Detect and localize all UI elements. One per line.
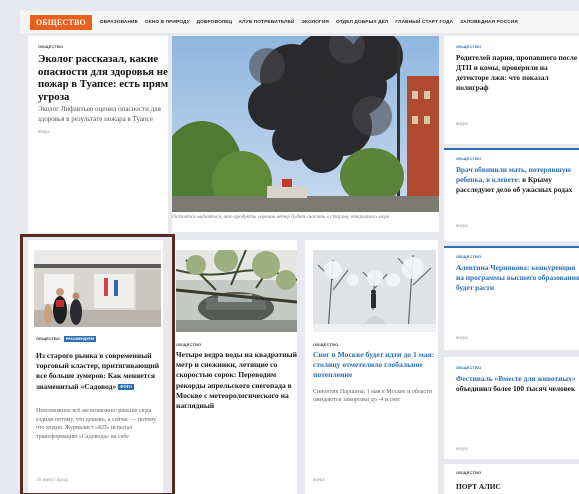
article-date: вчера xyxy=(456,336,468,341)
article-date: вчера xyxy=(456,224,468,229)
article-title[interactable]: ПОРТ АЛИС xyxy=(456,482,579,492)
article-title[interactable]: Фестиваль «Вместе для животных» объедини… xyxy=(456,374,579,394)
article-title-text[interactable]: Из старого рынка в современный торговый … xyxy=(36,351,159,391)
accent-bar xyxy=(444,148,579,150)
article-card-polygraph[interactable]: ОБЩЕСТВО Родителей парня, пропавшего пос… xyxy=(444,36,579,144)
article-title[interactable]: Родителей парня, пропавшего после ДТП и … xyxy=(456,53,579,93)
snow-car-photo[interactable] xyxy=(176,250,297,332)
nav-links: ОБРАЗОВАНИЕ ОКНО В ПРИРОДУ ДОБРОВОЛЕЦ КЛ… xyxy=(100,20,518,25)
article-date: 18 минут назад xyxy=(36,478,69,483)
nav-link-reserve[interactable]: ЗАПОВЕДНАЯ РОССИЯ xyxy=(460,20,518,25)
nav-link-nature[interactable]: ОКНО В ПРИРОДУ xyxy=(145,20,190,25)
news-page: ОБЩЕСТВО ОБРАЗОВАНИЕ ОКНО В ПРИРОДУ ДОБР… xyxy=(0,0,579,494)
article-kicker[interactable]: ОБЩЕСТВО xyxy=(38,44,63,49)
snowy-park-photo[interactable] xyxy=(313,250,436,332)
article-kicker[interactable]: ОБЩЕСТВО xyxy=(456,470,481,475)
article-title-highlight[interactable]: Фестиваль «Вместе для животных» xyxy=(456,374,576,383)
hero-article[interactable]: Остается надеяться, что продукты горения… xyxy=(172,36,439,232)
article-date: вчера xyxy=(38,130,50,135)
article-lead: Синоптик Паршина: 1 мая в Москве и облас… xyxy=(313,389,432,404)
article-lead: Невозможное всё же возможно: раньше сюда… xyxy=(36,408,157,440)
article-card-snow-moscow[interactable]: ОБЩЕСТВО Снег в Москве будет идти до 1 м… xyxy=(305,240,438,494)
article-title-highlight[interactable]: Алевтина Черникова: конкуренция на прогр… xyxy=(456,263,579,292)
article-title[interactable]: Алевтина Черникова: конкуренция на прогр… xyxy=(456,263,579,293)
nav-link-education[interactable]: ОБРАЗОВАНИЕ xyxy=(100,20,138,25)
market-photo[interactable] xyxy=(34,250,161,327)
article-date: вчера xyxy=(456,447,468,452)
article-title[interactable]: Эколог рассказал, какие опасности для зд… xyxy=(38,53,168,103)
nav-link-ecology[interactable]: ЭКОЛОГИЯ xyxy=(301,20,328,25)
article-title[interactable]: Врач обвинили мать, потерявшую ребенка, … xyxy=(456,165,579,195)
fire-smoke-photo[interactable] xyxy=(172,36,439,212)
article-title[interactable]: Из старого рынка в современный торговый … xyxy=(36,351,163,392)
article-card-crimea[interactable]: ОБЩЕСТВО Врач обвинили мать, потерявшую … xyxy=(444,148,579,241)
article-kicker[interactable]: ОБЩЕСТВО xyxy=(456,254,481,259)
recommended-tag[interactable]: РЕКОМЕНДУЕМ xyxy=(63,336,96,342)
article-lead: Эколог Лифантьев оценил опасности для зд… xyxy=(38,105,161,123)
article-card-sadovod[interactable]: ОБЩЕСТВО РЕКОМЕНДУЕМ Из старого рынка в … xyxy=(28,240,163,494)
article-title[interactable]: Снег в Москве будет идти до 1 мая: столи… xyxy=(313,350,437,381)
nav-link-consumers[interactable]: КЛУБ ПОТРЕБИТЕЛЕЙ xyxy=(239,20,294,25)
rubric-nav: ОБЩЕСТВО ОБРАЗОВАНИЕ ОКНО В ПРИРОДУ ДОБР… xyxy=(20,11,579,33)
article-title[interactable]: Четыре ведра воды на квадратный метр и с… xyxy=(176,350,297,411)
article-kicker[interactable]: ОБЩЕСТВО xyxy=(456,156,481,161)
article-card-festival[interactable]: ОБЩЕСТВО Фестиваль «Вместе для животных»… xyxy=(444,357,579,459)
article-kicker[interactable]: ОБЩЕСТВО xyxy=(456,365,481,370)
rubric-tag[interactable]: ОБЩЕСТВО xyxy=(30,14,92,30)
article-date: вчера xyxy=(313,478,325,483)
photo-badge: ФОТО xyxy=(118,383,134,390)
article-date: вчера xyxy=(456,122,468,127)
article-kicker[interactable]: ОБЩЕСТВО xyxy=(313,342,338,347)
article-card-ecologist[interactable]: ОБЩЕСТВО Эколог рассказал, какие опаснос… xyxy=(28,36,168,233)
article-card-partial[interactable]: ОБЩЕСТВО ПОРТ АЛИС xyxy=(444,464,579,494)
hero-caption: Остается надеяться, что продукты горения… xyxy=(172,214,390,220)
article-card-chernikova[interactable]: ОБЩЕСТВО Алевтина Черникова: конкуренция… xyxy=(444,246,579,350)
article-card-snowfall-records[interactable]: ОБЩЕСТВО Четыре ведра воды на квадратный… xyxy=(172,240,297,494)
article-tags: ОБЩЕСТВО РЕКОМЕНДУЕМ xyxy=(36,336,96,342)
article-kicker[interactable]: ОБЩЕСТВО xyxy=(176,342,201,347)
article-kicker[interactable]: ОБЩЕСТВО xyxy=(36,336,60,342)
article-kicker[interactable]: ОБЩЕСТВО xyxy=(456,44,481,49)
nav-link-volunteer[interactable]: ДОБРОВОЛЕЦ xyxy=(197,20,233,25)
nav-link-start[interactable]: ГЛАВНЫЙ СТАРТ ГОДА xyxy=(395,20,453,25)
nav-link-good-deeds[interactable]: ОТДЕЛ ДОБРЫХ ДЕЛ xyxy=(336,20,388,25)
article-title-rest[interactable]: объединил более 100 тысяч человек xyxy=(456,384,575,393)
accent-bar xyxy=(444,246,579,248)
article-title-highlight[interactable]: Врач обвинили мать, потерявшую ребенка, … xyxy=(456,165,571,184)
